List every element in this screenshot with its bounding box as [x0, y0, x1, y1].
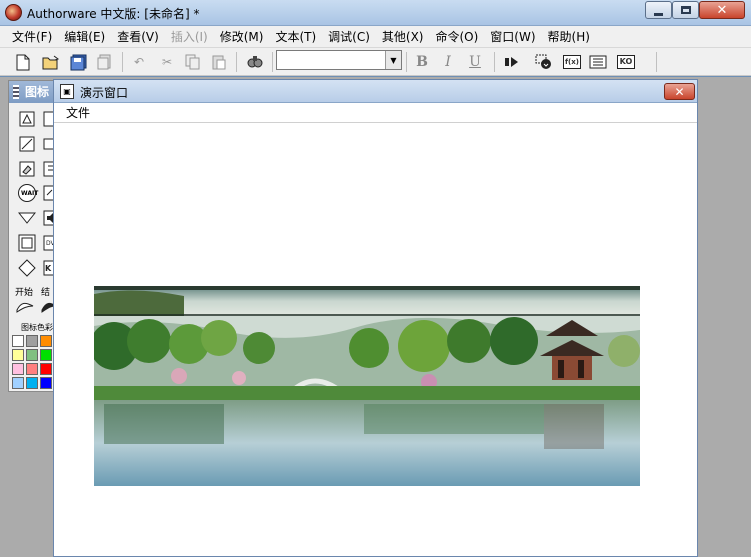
color-swatch[interactable]: [40, 363, 52, 375]
erase-icon[interactable]: [17, 159, 37, 179]
start-flag-icon[interactable]: [15, 297, 35, 317]
authorware-app-icon[interactable]: [5, 4, 22, 21]
color-swatch[interactable]: [12, 377, 24, 389]
menu-insert[interactable]: 插入(I): [165, 28, 214, 45]
toolbar-separator: [236, 52, 237, 72]
window-title: Authorware 中文版: [未命名] *: [27, 7, 200, 21]
run-icon[interactable]: [503, 53, 521, 71]
close-icon: ✕: [674, 84, 685, 99]
open-file-icon[interactable]: [42, 53, 60, 71]
navigate-icon[interactable]: [17, 208, 37, 228]
menu-bar: 文件(F) 编辑(E) 查看(V) 插入(I) 修改(M) 文本(T) 调试(C…: [0, 26, 751, 48]
presentation-window: ▣ 演示窗口 ✕ 文件: [53, 79, 698, 557]
knowledge-objects-button[interactable]: KO: [617, 53, 635, 71]
wait-label: WAIT: [21, 190, 39, 197]
framework-icon[interactable]: [17, 233, 37, 253]
color-swatch[interactable]: [26, 349, 38, 361]
new-file-icon[interactable]: [14, 53, 32, 71]
font-select[interactable]: ▼: [276, 50, 402, 70]
minimize-icon: [654, 12, 663, 16]
italic-button[interactable]: I: [439, 53, 457, 71]
color-swatch[interactable]: [40, 335, 52, 347]
save-all-icon[interactable]: [70, 53, 88, 71]
presentation-title-bar[interactable]: ▣ 演示窗口 ✕: [54, 80, 697, 103]
close-icon: ✕: [716, 2, 728, 18]
toolbar-separator: [406, 52, 407, 72]
undo-icon[interactable]: ↶: [130, 53, 148, 71]
underline-button[interactable]: U: [466, 53, 484, 71]
icon-palette: 图标 WAIT DV K 开始 结 图标色彩: [8, 80, 58, 392]
toolbar-separator: [656, 52, 657, 72]
menu-debug[interactable]: 调试(C): [322, 28, 376, 45]
decision-icon[interactable]: [17, 258, 37, 278]
presentation-menu-file[interactable]: 文件: [66, 106, 90, 120]
color-swatch[interactable]: [40, 349, 52, 361]
functions-icon: f(x): [563, 55, 581, 69]
title-bar: Authorware 中文版: [未命名] * ✕: [0, 0, 751, 26]
menu-text[interactable]: 文本(T): [269, 28, 322, 45]
bold-button[interactable]: B: [413, 53, 431, 71]
svg-text:K: K: [45, 264, 52, 273]
color-swatch[interactable]: [26, 363, 38, 375]
menu-window[interactable]: 窗口(W): [484, 28, 541, 45]
maximize-icon: [680, 6, 691, 14]
functions-button[interactable]: f(x): [563, 53, 581, 71]
presentation-close-button[interactable]: ✕: [664, 83, 695, 100]
knowledge-objects-icon: KO: [617, 55, 635, 69]
color-swatch[interactable]: [12, 335, 24, 347]
control-panel-icon[interactable]: [535, 53, 553, 71]
minimize-button[interactable]: [645, 1, 672, 19]
menu-command[interactable]: 命令(O): [429, 28, 484, 45]
paste-icon[interactable]: [210, 53, 228, 71]
color-swatch[interactable]: [40, 377, 52, 389]
toolbar-separator: [494, 52, 495, 72]
menu-other[interactable]: 其他(X): [376, 28, 430, 45]
copy-icon[interactable]: [184, 53, 202, 71]
presentation-menu-bar: 文件: [54, 103, 697, 123]
variables-icon[interactable]: [589, 53, 607, 71]
color-swatch[interactable]: [26, 335, 38, 347]
icon-color-label: 图标色彩: [21, 323, 53, 332]
color-swatch[interactable]: [12, 363, 24, 375]
menu-view[interactable]: 查看(V): [111, 28, 165, 45]
close-button[interactable]: ✕: [699, 1, 745, 19]
import-icon[interactable]: [96, 53, 114, 71]
landscape-image: [94, 286, 640, 486]
color-swatch[interactable]: [26, 377, 38, 389]
chevron-down-icon[interactable]: ▼: [385, 51, 401, 69]
toolbar-separator: [122, 52, 123, 72]
presentation-window-icon: ▣: [60, 84, 74, 99]
menu-edit[interactable]: 编辑(E): [58, 28, 111, 45]
find-icon[interactable]: [246, 53, 264, 71]
palette-grip-handle[interactable]: [13, 85, 19, 99]
toolbar-separator: [272, 52, 273, 72]
maximize-button[interactable]: [672, 1, 699, 19]
menu-modify[interactable]: 修改(M): [214, 28, 270, 45]
menu-file[interactable]: 文件(F): [6, 28, 58, 45]
presentation-title: 演示窗口: [80, 86, 129, 100]
color-swatch[interactable]: [12, 349, 24, 361]
menu-help[interactable]: 帮助(H): [542, 28, 596, 45]
animation-icon[interactable]: [17, 134, 37, 154]
cut-icon[interactable]: ✂: [158, 53, 176, 71]
display-icon[interactable]: [17, 109, 37, 129]
